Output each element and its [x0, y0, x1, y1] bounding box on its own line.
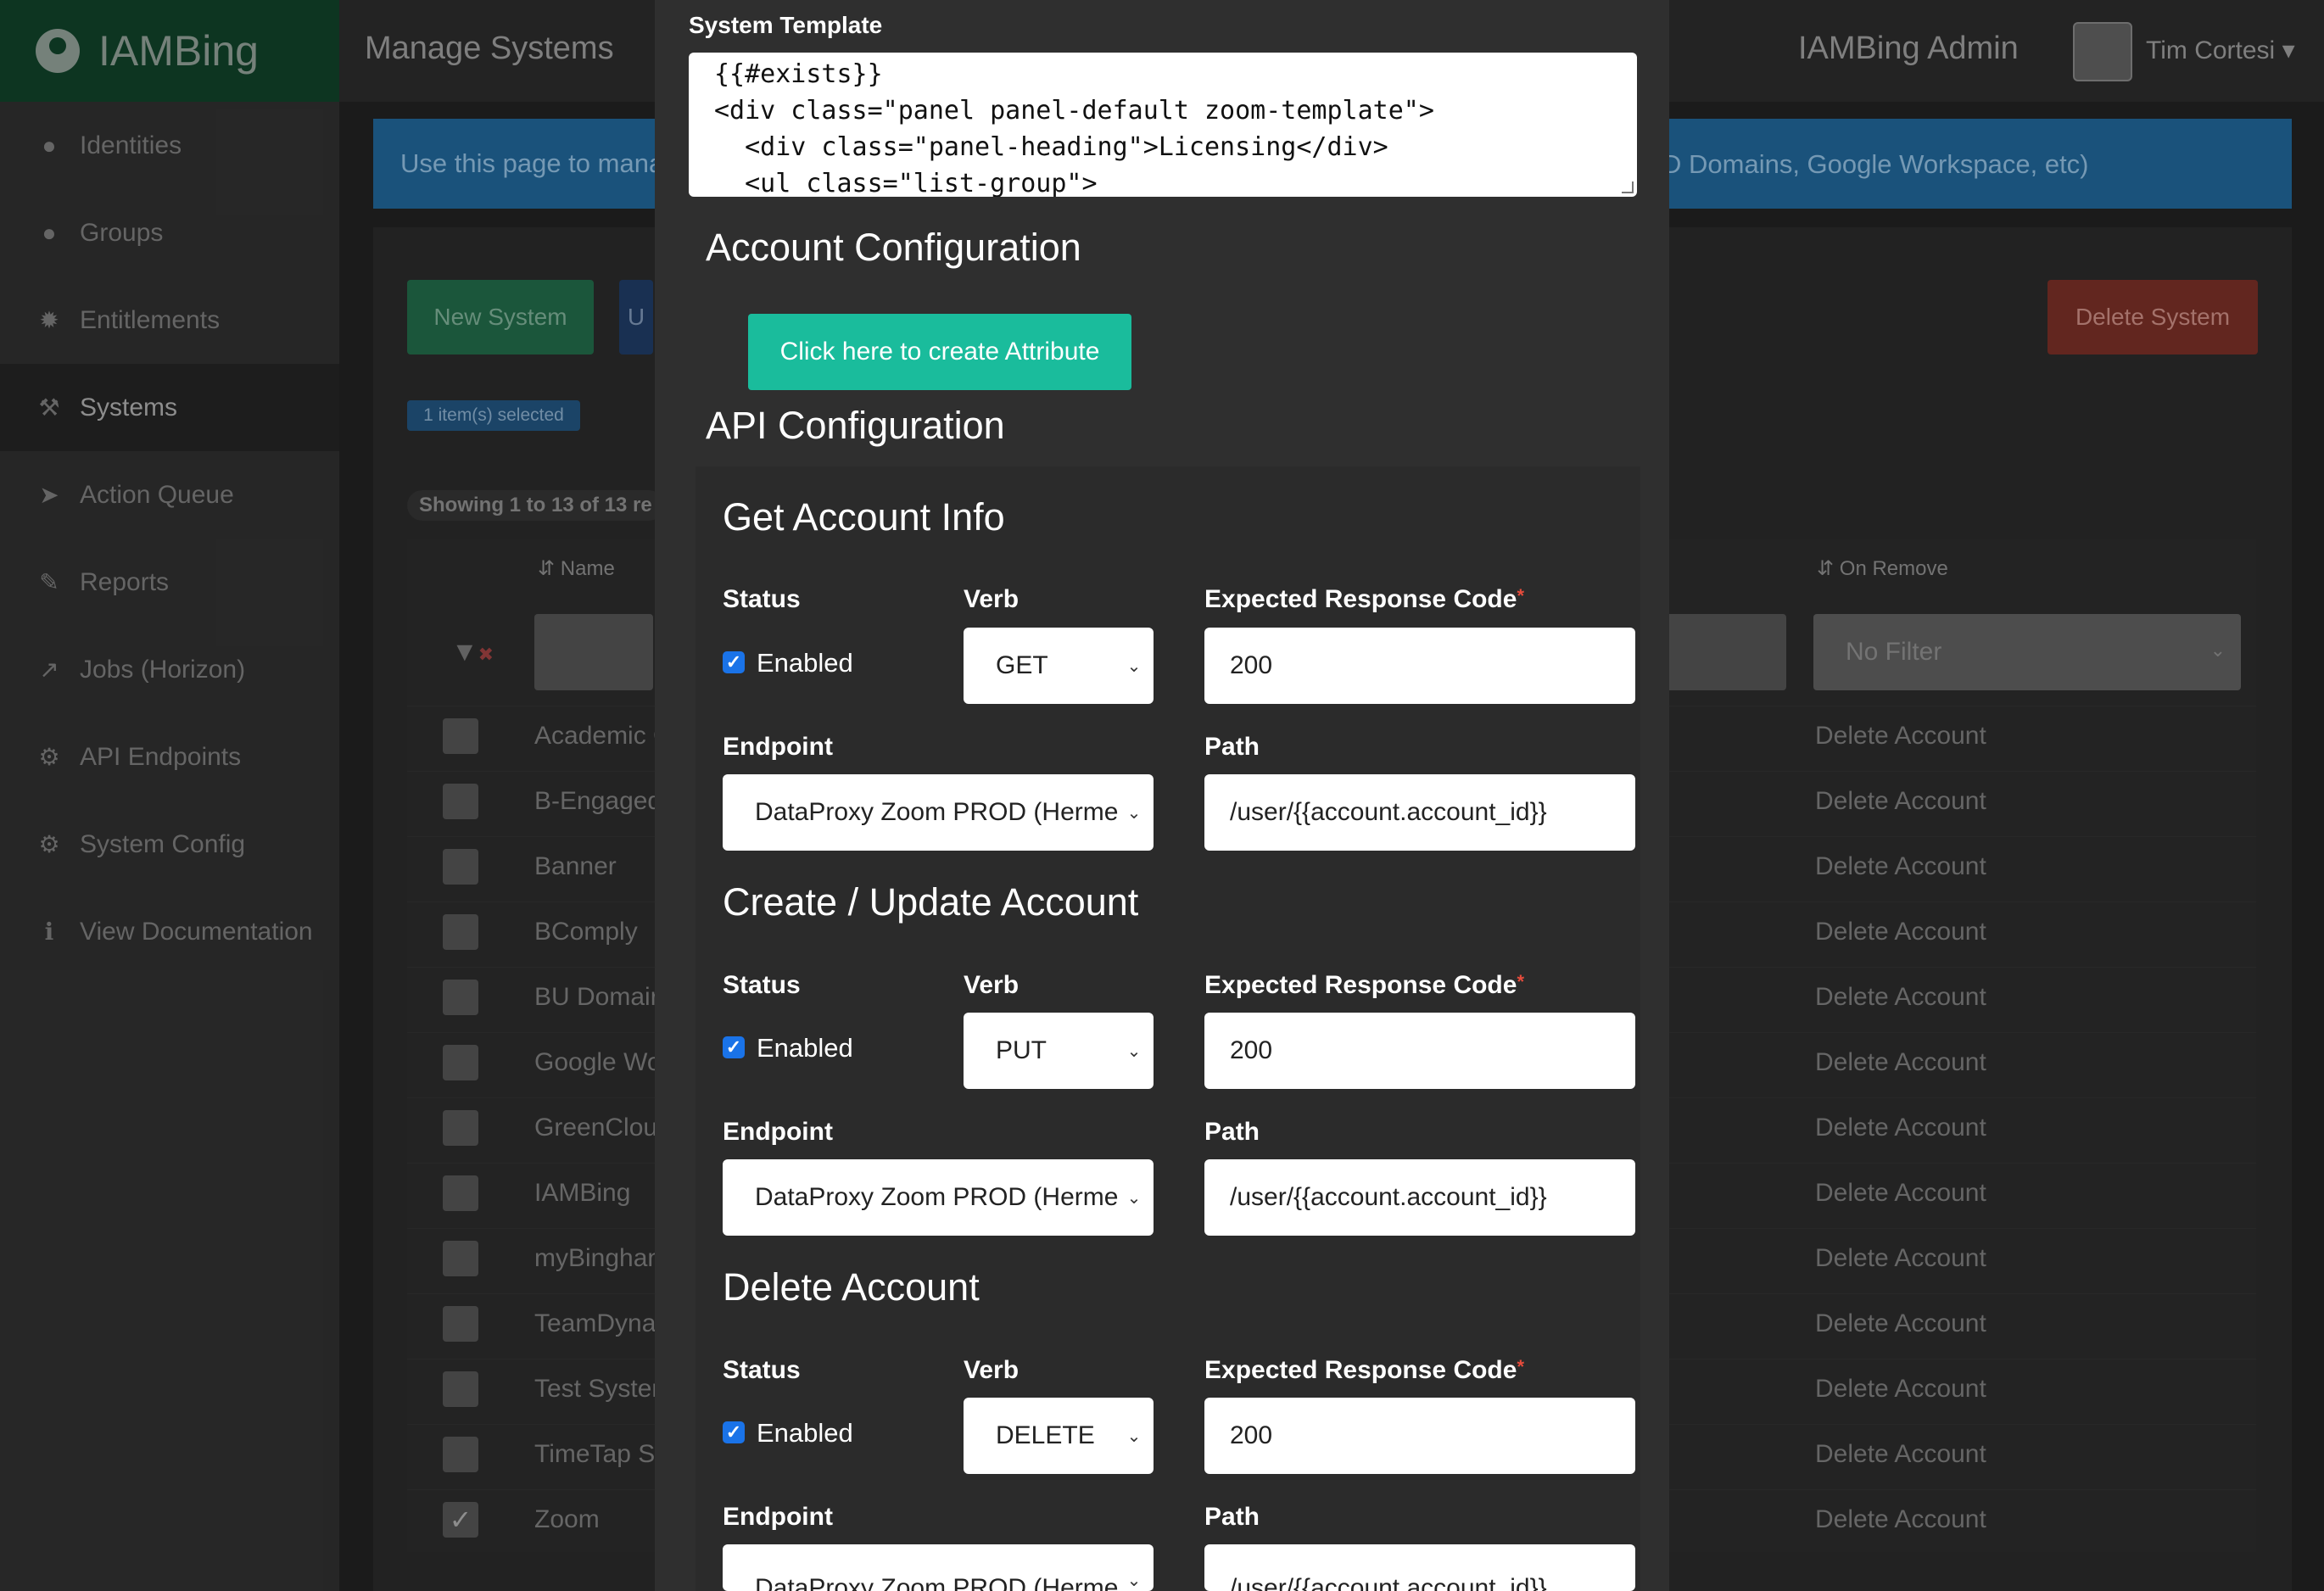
- response-code-input[interactable]: 200: [1204, 1398, 1635, 1474]
- system-template-textarea[interactable]: {{#exists}} <div class="panel panel-defa…: [689, 53, 1637, 197]
- path-label: Path: [1204, 1503, 1260, 1531]
- template-line: <div class="panel-heading">Licensing</di…: [714, 132, 1388, 162]
- endpoint-label: Endpoint: [723, 733, 833, 761]
- verb-value: DELETE: [996, 1421, 1095, 1449]
- section-title-create-update-account: Create / Update Account: [723, 880, 1139, 924]
- required-mark: *: [1517, 971, 1524, 992]
- system-template-label: System Template: [689, 12, 883, 38]
- verb-select[interactable]: PUT ⌄: [964, 1013, 1154, 1089]
- enabled-checkbox[interactable]: ✓: [723, 1036, 745, 1058]
- chevron-down-icon: ⌄: [1121, 1159, 1147, 1236]
- endpoint-value: DataProxy Zoom PROD (Herme: [755, 1183, 1119, 1211]
- chevron-down-icon: ⌄: [1121, 1398, 1147, 1474]
- enabled-checkbox[interactable]: ✓: [723, 651, 745, 673]
- status-label: Status: [723, 1356, 801, 1384]
- endpoint-value: DataProxy Zoom PROD (Herme: [755, 1574, 1119, 1591]
- path-input[interactable]: /user/{{account.account_id}}: [1204, 1159, 1635, 1236]
- section-title-get-account: Get Account Info: [723, 495, 1005, 539]
- response-code-label: Expected Response Code*: [1204, 1356, 1524, 1385]
- verb-label: Verb: [964, 1356, 1020, 1384]
- enabled-label: Enabled: [757, 648, 853, 678]
- section-title-delete-account: Delete Account: [723, 1265, 980, 1309]
- chevron-down-icon: ⌄: [1121, 628, 1147, 704]
- status-label: Status: [723, 585, 801, 613]
- response-code-label: Expected Response Code*: [1204, 971, 1524, 1000]
- endpoint-select[interactable]: DataProxy Zoom PROD (Herme ⌄: [723, 1159, 1154, 1236]
- response-code-input[interactable]: 200: [1204, 1013, 1635, 1089]
- resize-handle-icon[interactable]: [1622, 181, 1634, 193]
- endpoint-select[interactable]: DataProxy Zoom PROD (Herme ⌄: [723, 774, 1154, 851]
- verb-label: Verb: [964, 585, 1020, 613]
- verb-select[interactable]: GET ⌄: [964, 628, 1154, 704]
- required-mark: *: [1517, 1356, 1524, 1377]
- template-line: <div class="panel panel-default zoom-tem…: [714, 96, 1434, 126]
- status-label: Status: [723, 971, 801, 999]
- endpoint-select[interactable]: DataProxy Zoom PROD (Herme ⌄: [723, 1544, 1154, 1591]
- endpoint-label: Endpoint: [723, 1118, 833, 1146]
- required-mark: *: [1517, 585, 1524, 606]
- account-configuration-heading: Account Configuration: [706, 226, 1081, 269]
- path-input[interactable]: /user/{{account.account_id}}: [1204, 774, 1635, 851]
- enabled-label: Enabled: [757, 1033, 853, 1063]
- template-line: <ul class="list-group">: [714, 169, 1098, 197]
- response-code-label-text: Expected Response Code: [1204, 971, 1517, 999]
- endpoint-label: Endpoint: [723, 1503, 833, 1531]
- enabled-label: Enabled: [757, 1418, 853, 1448]
- verb-value: PUT: [996, 1036, 1047, 1064]
- response-code-label-text: Expected Response Code: [1204, 585, 1517, 613]
- path-label: Path: [1204, 733, 1260, 761]
- path-input[interactable]: /user/{{account.account_id}}: [1204, 1544, 1635, 1591]
- chevron-down-icon: ⌄: [1121, 774, 1147, 851]
- endpoint-value: DataProxy Zoom PROD (Herme: [755, 798, 1119, 826]
- response-code-label: Expected Response Code*: [1204, 585, 1524, 614]
- template-line: {{#exists}}: [714, 59, 883, 89]
- verb-select[interactable]: DELETE ⌄: [964, 1398, 1154, 1474]
- verb-value: GET: [996, 651, 1048, 679]
- chevron-down-icon: ⌄: [1121, 1013, 1147, 1089]
- path-value: /user/{{account.account_id}}: [1230, 1574, 1547, 1591]
- response-code-label-text: Expected Response Code: [1204, 1356, 1517, 1384]
- verb-label: Verb: [964, 971, 1020, 999]
- chevron-down-icon: ⌄: [1121, 1544, 1147, 1591]
- api-configuration-heading: API Configuration: [706, 404, 1005, 447]
- create-attribute-button[interactable]: Click here to create Attribute: [748, 314, 1131, 390]
- response-code-input[interactable]: 200: [1204, 628, 1635, 704]
- path-label: Path: [1204, 1118, 1260, 1146]
- enabled-checkbox[interactable]: ✓: [723, 1421, 745, 1443]
